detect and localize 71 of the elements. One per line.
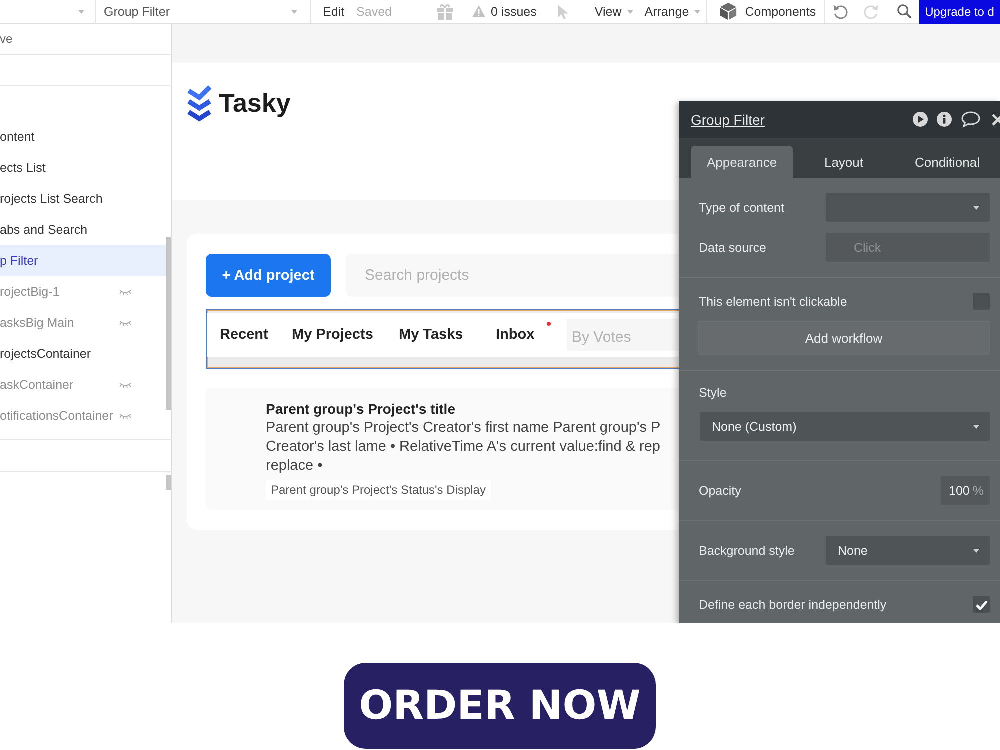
info-icon[interactable]	[937, 112, 952, 127]
caret-icon	[973, 206, 980, 210]
logo-text: Tasky	[219, 88, 291, 119]
tab[interactable]: My Tasks	[386, 313, 483, 357]
caret-icon	[78, 10, 85, 14]
panel-tab[interactable]: Conditional	[895, 146, 1000, 178]
issues-button[interactable]: 0 issues	[472, 0, 537, 23]
speech-bubble-icon[interactable]	[961, 111, 981, 128]
chevron-logo-icon	[187, 85, 212, 122]
project-description: Parent group's Project's Creator's first name Parent group's P Creator's last lame • RelativeTime A's current value:find & rep replace •	[266, 419, 662, 476]
caret-icon	[626, 10, 634, 14]
closed-eye-icon[interactable]	[119, 320, 132, 326]
caret-icon	[291, 10, 298, 14]
save-status: Saved	[356, 4, 392, 18]
play-icon[interactable]	[913, 112, 928, 127]
close-icon[interactable]	[992, 114, 1000, 126]
scrollbar-thumb[interactable]	[166, 237, 171, 410]
field-label: Style	[699, 386, 728, 400]
menu-button[interactable]: View	[594, 0, 634, 23]
scrollbar-thumb[interactable]	[166, 475, 171, 490]
cube-icon	[719, 2, 738, 21]
panel-title[interactable]: Group Filter	[691, 112, 765, 128]
element-dropdown[interactable]: Group Filter	[96, 0, 311, 23]
gift-icon[interactable]	[436, 3, 454, 20]
add-project-button[interactable]: + Add project	[206, 254, 331, 297]
number-field[interactable]: 100 %	[941, 476, 990, 505]
element-tree-item[interactable]: rojectsContainer	[0, 338, 166, 369]
tab[interactable]: My Projects	[279, 313, 386, 357]
undo-icon[interactable]	[833, 4, 850, 20]
upgrade-button[interactable]: Upgrade to d	[919, 0, 1000, 24]
field-label: Opacity	[699, 484, 742, 498]
select-field[interactable]: None	[826, 536, 990, 565]
closed-eye-icon[interactable]	[119, 382, 132, 388]
field-label: Type of content	[699, 200, 784, 214]
panel-tab[interactable]: Layout	[793, 146, 895, 178]
closed-eye-icon[interactable]	[119, 288, 132, 294]
checkbox[interactable]	[973, 596, 990, 613]
menu-button[interactable]: Arrange	[644, 0, 702, 23]
text-field[interactable]: Click	[826, 233, 990, 262]
tab[interactable]: Inbox	[483, 313, 554, 357]
sort-field[interactable]: By Votes	[567, 319, 679, 351]
components-button[interactable]: Components	[719, 0, 816, 23]
panel-tab[interactable]: Appearance	[691, 146, 793, 178]
sidebar-option-text: ve	[0, 32, 13, 46]
tab[interactable]: Recent	[207, 313, 279, 357]
select-field[interactable]: None (Custom)	[700, 412, 990, 441]
tick-icon	[976, 600, 988, 610]
select-field[interactable]	[826, 193, 990, 222]
panel-button[interactable]: Add workflow	[698, 321, 990, 355]
field-label: Data source	[699, 240, 766, 254]
caret-icon	[694, 10, 702, 14]
cursor-icon[interactable]	[556, 4, 569, 20]
field-label: Background style	[699, 544, 795, 558]
caret-icon	[973, 424, 980, 428]
checkbox-label: This element isn't clickable	[699, 294, 848, 308]
project-item[interactable]	[206, 388, 679, 510]
element-tree-item[interactable]: abs and Search	[0, 214, 166, 245]
element-tree-item[interactable]: rojects List Search	[0, 183, 166, 214]
closed-eye-icon[interactable]	[119, 412, 132, 418]
checkbox-label: Define each border independently	[699, 598, 887, 612]
search-icon[interactable]	[897, 4, 912, 19]
project-title: Parent group's Project's title	[266, 400, 456, 419]
element-tree-item[interactable]: p Filter	[0, 245, 166, 276]
edit-menu[interactable]: Edit	[323, 0, 345, 23]
element-tree-item[interactable]: ects List	[0, 152, 166, 183]
order-now-button[interactable]: ORDER NOW	[344, 663, 656, 749]
status-tag: Parent group's Project's Status's Display	[266, 480, 491, 500]
caret-icon	[973, 548, 980, 552]
element-tree-item[interactable]: ontent	[0, 121, 166, 152]
warning-icon	[472, 5, 486, 18]
search-field[interactable]: Search projects	[346, 254, 679, 297]
